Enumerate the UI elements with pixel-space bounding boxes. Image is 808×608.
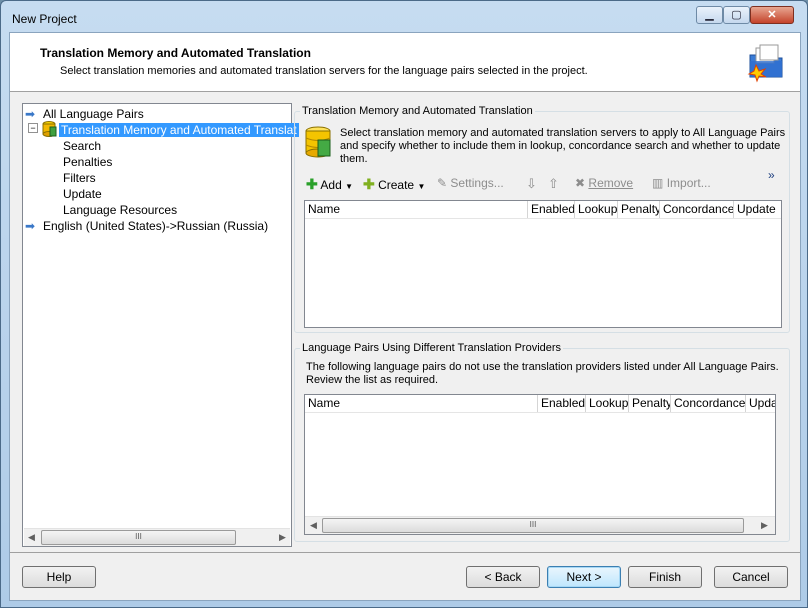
column-header-concordance[interactable]: Concordance bbox=[671, 395, 746, 412]
tree-item-search[interactable]: Search bbox=[63, 139, 101, 153]
add-button[interactable]: ✚ Add ▼ bbox=[306, 176, 353, 193]
tree-item-all-language-pairs[interactable]: All Language Pairs bbox=[43, 107, 144, 121]
collapse-icon[interactable]: − bbox=[28, 123, 38, 133]
header-divider bbox=[305, 218, 781, 219]
arrow-right-icon: ➡ bbox=[25, 107, 36, 121]
next-button[interactable]: Next > bbox=[547, 566, 621, 588]
close-icon: ✕ bbox=[767, 9, 777, 21]
help-button[interactable]: Help bbox=[22, 566, 96, 588]
dropdown-arrow-icon: ▼ bbox=[345, 182, 354, 191]
window-title: New Project bbox=[12, 12, 77, 26]
scroll-grip: III bbox=[529, 520, 537, 529]
remove-icon: ✖ bbox=[575, 176, 586, 190]
maximize-icon: ▢ bbox=[731, 9, 742, 21]
column-header-update[interactable]: Update bbox=[734, 201, 781, 218]
dropdown-arrow-icon: ▼ bbox=[417, 182, 426, 191]
new-project-window: New Project ▁ ▢ ✕ Translation Memory and… bbox=[0, 0, 808, 608]
page-subtitle: Select translation memories and automate… bbox=[60, 65, 588, 77]
lp-description: The following language pairs do not use … bbox=[306, 361, 779, 386]
scroll-thumb[interactable]: III bbox=[322, 518, 744, 533]
column-header-penalty[interactable]: Penalty bbox=[629, 395, 671, 412]
minimize-button[interactable]: ▁ bbox=[696, 6, 723, 24]
import-icon: ▥ bbox=[652, 176, 664, 190]
header-divider bbox=[305, 412, 775, 413]
overflow-chevron-icon[interactable]: » bbox=[768, 168, 775, 182]
tree-item-translation-memory[interactable]: Translation Memory and Automated Transla… bbox=[59, 123, 299, 137]
column-header-enabled[interactable]: Enabled bbox=[528, 201, 575, 218]
remove-button[interactable]: ✖ Remove bbox=[575, 176, 633, 190]
finish-button[interactable]: Finish bbox=[628, 566, 702, 588]
import-button[interactable]: ▥ Import... bbox=[652, 176, 711, 190]
database-icon bbox=[305, 126, 331, 158]
tm-group-title: Translation Memory and Automated Transla… bbox=[300, 105, 535, 117]
arrow-right-icon: ➡ bbox=[25, 219, 36, 233]
settings-icon: ✎ bbox=[437, 176, 448, 190]
settings-tree[interactable]: ➡ All Language Pairs − Translation Memor… bbox=[22, 103, 299, 547]
create-plus-icon: ✚ bbox=[363, 176, 375, 192]
scroll-right-icon[interactable]: ▶ bbox=[761, 520, 768, 531]
column-header-update[interactable]: Upda bbox=[746, 395, 775, 412]
scroll-left-icon[interactable]: ◀ bbox=[28, 532, 35, 543]
lp-group-title: Language Pairs Using Different Translati… bbox=[300, 342, 564, 354]
tree-item-penalties[interactable]: Penalties bbox=[63, 155, 112, 169]
column-header-lookup[interactable]: Lookup bbox=[586, 395, 629, 412]
tree-item-english-russian[interactable]: English (United States)->Russian (Russia… bbox=[43, 219, 268, 233]
tree-item-update[interactable]: Update bbox=[63, 187, 102, 201]
lp-horizontal-scrollbar[interactable]: ◀ III ▶ bbox=[305, 516, 775, 534]
close-button[interactable]: ✕ bbox=[750, 6, 794, 24]
column-header-lookup[interactable]: Lookup bbox=[575, 201, 618, 218]
column-header-name[interactable]: Name bbox=[305, 395, 538, 412]
create-button[interactable]: ✚ Create ▼ bbox=[363, 176, 425, 193]
page-title: Translation Memory and Automated Transla… bbox=[40, 46, 311, 60]
tree-horizontal-scrollbar[interactable]: ◀ III ▶ bbox=[24, 528, 290, 546]
column-header-penalty[interactable]: Penalty bbox=[618, 201, 660, 218]
tm-description: Select translation memory and automated … bbox=[340, 127, 786, 165]
maximize-button[interactable]: ▢ bbox=[723, 6, 750, 24]
move-up-icon[interactable]: ⇧ bbox=[548, 176, 559, 192]
settings-button[interactable]: ✎ Settings... bbox=[437, 176, 504, 190]
scroll-grip: III bbox=[135, 532, 142, 541]
title-bar[interactable]: New Project ▁ ▢ ✕ bbox=[1, 1, 807, 33]
plus-icon: ✚ bbox=[306, 176, 318, 192]
translation-memory-icon bbox=[42, 121, 57, 137]
dialog-client: Translation Memory and Automated Transla… bbox=[9, 32, 801, 601]
tree-item-filters[interactable]: Filters bbox=[63, 171, 96, 185]
scroll-right-icon[interactable]: ▶ bbox=[279, 532, 286, 543]
footer-divider bbox=[10, 552, 800, 553]
wizard-header: Translation Memory and Automated Transla… bbox=[10, 33, 800, 92]
wizard-folder-icon bbox=[747, 44, 783, 83]
column-header-concordance[interactable]: Concordance bbox=[660, 201, 734, 218]
scroll-left-icon[interactable]: ◀ bbox=[310, 520, 317, 531]
tree-item-language-resources[interactable]: Language Resources bbox=[63, 203, 177, 217]
lp-grid[interactable]: Name Enabled Lookup Penalty Concordance … bbox=[304, 394, 776, 535]
column-header-enabled[interactable]: Enabled bbox=[538, 395, 586, 412]
column-header-name[interactable]: Name bbox=[305, 201, 528, 218]
move-down-icon[interactable]: ⇩ bbox=[526, 176, 537, 192]
scroll-thumb[interactable]: III bbox=[41, 530, 236, 545]
back-button[interactable]: < Back bbox=[466, 566, 540, 588]
tm-grid[interactable]: Name Enabled Lookup Penalty Concordance … bbox=[304, 200, 782, 328]
minimize-icon: ▁ bbox=[705, 9, 714, 21]
cancel-button[interactable]: Cancel bbox=[714, 566, 788, 588]
